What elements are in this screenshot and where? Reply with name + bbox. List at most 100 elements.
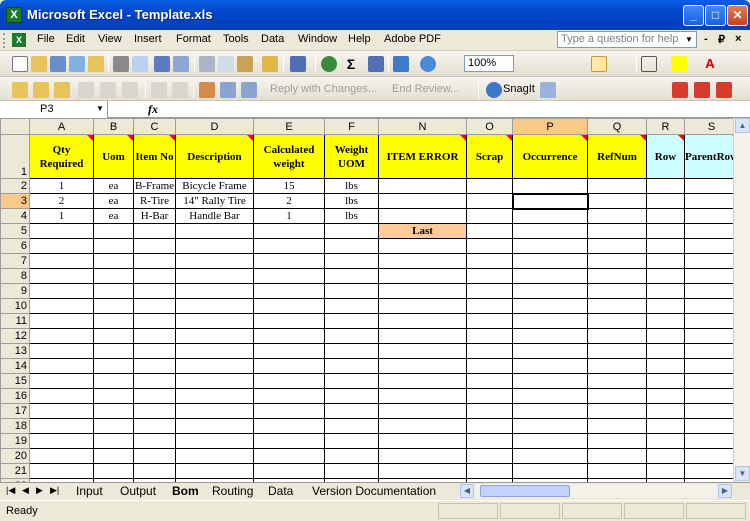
last-sheet-icon[interactable]: ▶|	[50, 485, 59, 496]
name-box[interactable]: P3 ▼	[0, 101, 108, 118]
paste-icon[interactable]	[237, 56, 253, 72]
menu-window[interactable]: Window	[298, 33, 337, 45]
fill-color-icon[interactable]	[671, 56, 687, 72]
table-cell[interactable]	[684, 373, 739, 389]
table-cell[interactable]	[646, 178, 685, 194]
table-cell[interactable]	[29, 463, 94, 479]
table-cell[interactable]	[512, 418, 588, 434]
table-cell[interactable]	[587, 178, 647, 194]
row-header[interactable]: 12	[0, 328, 30, 344]
table-cell[interactable]	[93, 223, 134, 239]
table-cell[interactable]	[466, 403, 513, 419]
table-cell[interactable]	[29, 373, 94, 389]
permission-icon[interactable]	[69, 56, 85, 72]
table-cell[interactable]	[324, 358, 379, 374]
table-cell[interactable]	[324, 238, 379, 254]
table-cell[interactable]	[684, 328, 739, 344]
table-cell[interactable]	[646, 313, 685, 329]
workbook-restore-button[interactable]: ₽	[718, 33, 725, 46]
document-icon[interactable]: X	[12, 33, 26, 47]
table-cell[interactable]	[466, 208, 513, 224]
delete-comment-icon[interactable]	[172, 82, 188, 98]
table-cell[interactable]	[378, 433, 467, 449]
table-cell[interactable]	[29, 268, 94, 284]
table-cell[interactable]	[324, 463, 379, 479]
table-cell[interactable]	[587, 373, 647, 389]
copy-icon[interactable]	[218, 56, 234, 72]
table-cell[interactable]	[133, 238, 176, 254]
table-cell[interactable]	[512, 448, 588, 464]
tab-bom[interactable]: Bom	[172, 484, 199, 498]
hyperlink-icon[interactable]	[321, 56, 337, 72]
table-cell[interactable]	[93, 418, 134, 434]
pdf-review-icon[interactable]	[716, 82, 732, 98]
print-icon[interactable]	[113, 56, 129, 72]
table-cell[interactable]: lbs	[324, 208, 379, 224]
table-cell[interactable]	[466, 283, 513, 299]
table-cell[interactable]	[93, 463, 134, 479]
font-color-icon[interactable]: A	[702, 56, 718, 72]
workbook-minimize-button[interactable]: -	[704, 33, 708, 45]
table-cell[interactable]	[646, 268, 685, 284]
scroll-thumb[interactable]	[480, 485, 570, 497]
row-header[interactable]: 14	[0, 358, 30, 374]
table-cell[interactable]	[587, 208, 647, 224]
workbook-close-button[interactable]: ×	[735, 33, 741, 45]
table-cell[interactable]	[253, 268, 325, 284]
menu-data[interactable]: Data	[261, 33, 284, 45]
row-header[interactable]: 6	[0, 238, 30, 254]
table-cell[interactable]	[684, 268, 739, 284]
menu-insert[interactable]: Insert	[134, 33, 162, 45]
toolbar-grip[interactable]	[3, 33, 7, 48]
table-cell[interactable]	[253, 418, 325, 434]
table-cell[interactable]: lbs	[324, 193, 379, 209]
table-cell[interactable]	[324, 388, 379, 404]
horizontal-scrollbar[interactable]: ◀ ▶	[460, 484, 732, 498]
table-cell[interactable]	[29, 403, 94, 419]
table-cell[interactable]	[29, 328, 94, 344]
close-button[interactable]: ✕	[727, 5, 748, 26]
table-cell[interactable]	[29, 418, 94, 434]
row-header[interactable]: 4	[0, 208, 30, 224]
table-cell[interactable]	[466, 238, 513, 254]
table-cell[interactable]	[93, 268, 134, 284]
table-cell[interactable]	[253, 388, 325, 404]
table-cell[interactable]	[253, 253, 325, 269]
table-cell[interactable]	[133, 418, 176, 434]
table-cell[interactable]	[378, 388, 467, 404]
table-cell[interactable]	[133, 313, 176, 329]
table-cell[interactable]	[29, 343, 94, 359]
table-cell[interactable]	[466, 268, 513, 284]
table-cell[interactable]	[324, 223, 379, 239]
table-cell[interactable]	[175, 343, 254, 359]
scroll-right-icon[interactable]: ▶	[718, 484, 732, 498]
table-cell[interactable]	[93, 388, 134, 404]
table-cell[interactable]	[175, 223, 254, 239]
sort-ascending-icon[interactable]	[368, 56, 384, 72]
table-cell[interactable]	[133, 358, 176, 374]
table-cell[interactable]	[466, 373, 513, 389]
pdf-email-icon[interactable]	[694, 82, 710, 98]
row-header[interactable]: 8	[0, 268, 30, 284]
end-review-button[interactable]: End Review...	[392, 83, 459, 95]
column-header[interactable]: A	[29, 118, 94, 135]
folder-icon[interactable]	[12, 82, 28, 98]
table-cell[interactable]	[378, 463, 467, 479]
table-cell[interactable]	[466, 388, 513, 404]
table-cell[interactable]	[378, 403, 467, 419]
table-cell[interactable]	[175, 283, 254, 299]
table-cell[interactable]	[646, 418, 685, 434]
pdf-convert-icon[interactable]	[672, 82, 688, 98]
table-cell[interactable]	[684, 433, 739, 449]
cut-icon[interactable]	[199, 56, 215, 72]
next-comment-icon[interactable]	[122, 82, 138, 98]
table-cell[interactable]: 15	[253, 178, 325, 194]
table-cell[interactable]	[324, 418, 379, 434]
table-cell[interactable]	[587, 298, 647, 314]
chevron-down-icon[interactable]: ▼	[96, 101, 104, 117]
table-cell[interactable]	[324, 343, 379, 359]
table-cell[interactable]	[646, 433, 685, 449]
row-header[interactable]: 9	[0, 283, 30, 299]
table-cell[interactable]	[378, 238, 467, 254]
table-cell[interactable]	[324, 448, 379, 464]
